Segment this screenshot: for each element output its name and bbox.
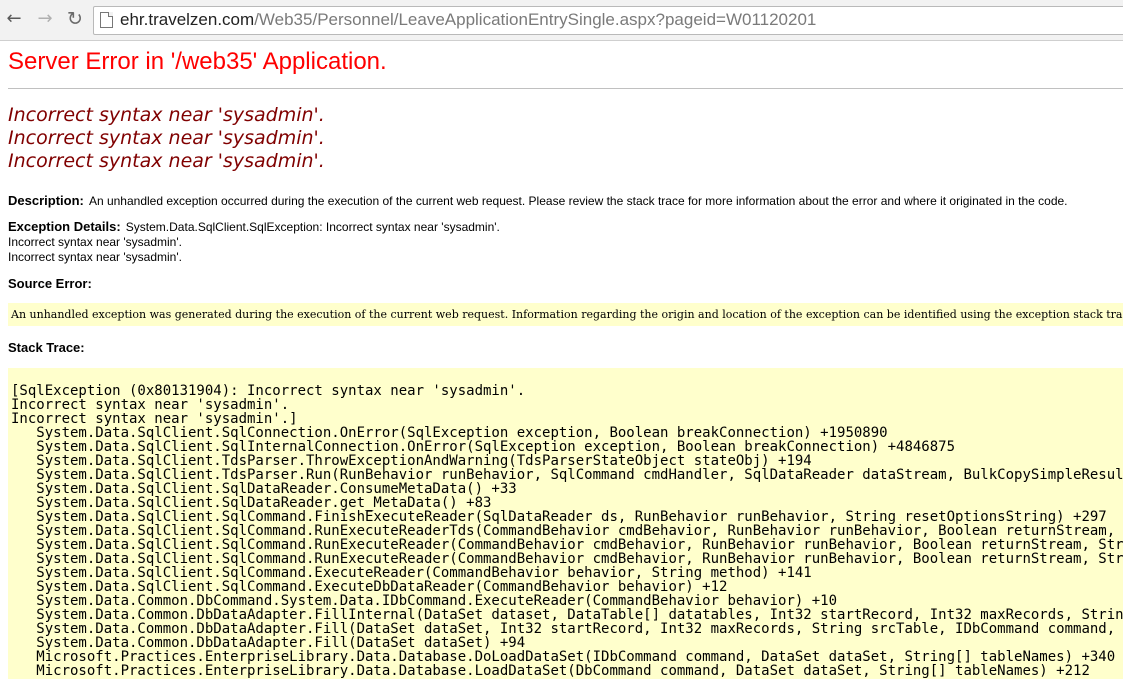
stack-trace-text: [SqlException (0x80131904): Incorrect sy… [11, 383, 1123, 679]
source-error-text: An unhandled exception was generated dur… [11, 308, 1123, 321]
back-arrow-icon[interactable]: ← [3, 8, 25, 30]
exception-line-2: Incorrect syntax near 'sysadmin'. [8, 235, 182, 249]
page-title: Server Error in '/web35' Application. [8, 48, 387, 75]
browser-toolbar: ← → ↻ ehr.travelzen.com/Web35/Personnel/… [0, 0, 1123, 41]
exception-line-3: Incorrect syntax near 'sysadmin'. [8, 250, 182, 264]
address-bar[interactable]: ehr.travelzen.com/Web35/Personnel/LeaveA… [93, 6, 1123, 35]
page-icon [100, 12, 113, 28]
stack-trace-box: [SqlException (0x80131904): Incorrect sy… [8, 368, 1123, 679]
stack-trace-label: Stack Trace: [8, 340, 85, 355]
divider [8, 88, 1123, 89]
forward-arrow-icon[interactable]: → [34, 8, 56, 30]
url-path: /Web35/Personnel/LeaveApplicationEntrySi… [254, 10, 817, 29]
description-label: Description: [8, 193, 84, 208]
error-message: Incorrect syntax near 'sysadmin'. Incorr… [8, 104, 325, 172]
source-error-box: An unhandled exception was generated dur… [8, 303, 1123, 326]
exception-label: Exception Details: [8, 219, 121, 234]
description: Description: An unhandled exception occu… [8, 190, 1068, 209]
url-host: ehr.travelzen.com [120, 10, 255, 29]
description-text: An unhandled exception occurred during t… [88, 194, 1068, 208]
reload-icon[interactable]: ↻ [64, 8, 86, 30]
exception-line-1: System.Data.SqlClient.SqlException: Inco… [125, 220, 500, 234]
url-text[interactable]: ehr.travelzen.com/Web35/Personnel/LeaveA… [120, 10, 816, 30]
exception-details: Exception Details: System.Data.SqlClient… [8, 219, 500, 265]
source-error-label: Source Error: [8, 276, 92, 291]
page-content: Server Error in '/web35' Application. In… [0, 41, 1123, 679]
